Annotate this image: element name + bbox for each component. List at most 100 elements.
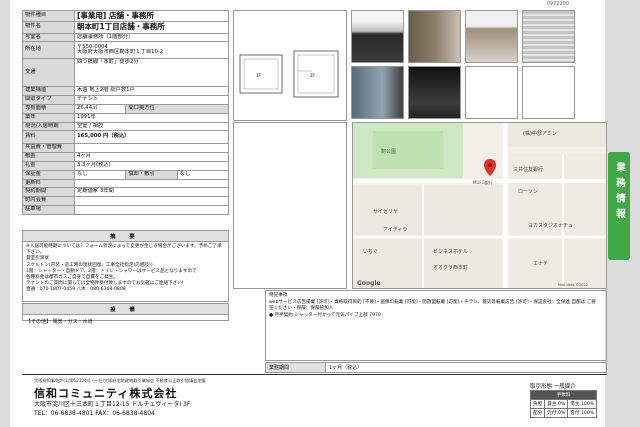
map-copyright: Map data ©2022 [558, 283, 588, 287]
fee-cell: 客付:100% [567, 408, 598, 418]
map-label: 三井住友銀行 [513, 166, 543, 173]
room-label: 号室名 [22, 32, 75, 43]
address-value: 〒550-0004 大阪府大阪市西区靭本町１丁目10-2 [74, 41, 229, 60]
note-line: 直通 : 070-1807-0459 八木 : 080-6368-0808 [26, 287, 126, 293]
fee-cell: 負担 [529, 399, 546, 409]
parking-label: 駐車場 [22, 205, 75, 215]
business-info-tab-label: 業務情報 [614, 162, 626, 224]
photo-empty-1 [465, 66, 518, 119]
town-fee-value [74, 196, 229, 207]
notes-body: ※入居可能時期については？フォーム状況によって変更が生じる場合がございます。予め… [23, 242, 228, 296]
note-line: ※入居可能時期については？フォーム状況によって変更が生じる場合がございます。予め… [26, 244, 222, 256]
traffic-label: 交通 [22, 58, 75, 88]
town-fee-label: 町内会費 [22, 196, 75, 207]
contract-label: 契約期間 [22, 187, 75, 198]
photo-empty-2 [522, 66, 575, 119]
addr-label: 所在地 [22, 41, 75, 60]
address: 大阪府大阪市西区靭本町１丁目10-2 [77, 49, 164, 56]
map-label: (株)中部アミン [523, 130, 557, 137]
photo-interior-3[interactable] [351, 66, 404, 119]
structure-value: 木造 地上2階 総戸数1戸 [74, 86, 229, 97]
notes-box: 摘 要 ※入居可能時期については？フォーム状況によって変更が生じる場合がございま… [22, 230, 229, 302]
common-fee-label: 共益費・管理費 [22, 143, 75, 154]
key-money-value: 3.3ヶ月(税込) [74, 161, 229, 171]
photo-interior-1[interactable] [408, 10, 461, 63]
layout-label: 間取タイプ [22, 95, 75, 105]
fee-title: 取引形態 一般媒介 [530, 384, 576, 390]
google-logo: Google [357, 280, 381, 287]
notes-title: 摘 要 [23, 231, 228, 242]
common-fee-value [74, 143, 229, 154]
image-placeholder [233, 122, 347, 289]
special-notes-label: 特記事項 [269, 293, 288, 298]
floor-plan: 1F 2F [233, 10, 347, 121]
area-value: 26.44㎡ [73, 103, 127, 114]
built-label: 築年 [22, 112, 75, 123]
special-note-line: ● 月半契約:シャッター付かって元気パイプ上部 7970 [269, 312, 381, 318]
spec-table: 物件種目 [事業用] 店舗・事務所 物件名 朝本町1丁目店舗・事務所 号室名 店舗事務… [22, 9, 230, 215]
move-table: 業務期間 1ヶ月（税込） [265, 362, 607, 373]
built-value: 1991年 [74, 112, 229, 123]
map-label: ローソン [518, 189, 538, 195]
area-map[interactable]: (株)中部アミン MUFG銀行 靭公園 三井住友銀行 ローソン サイゼリヤ ヨカ… [352, 122, 607, 289]
business-info-tab[interactable]: 業務情報 [608, 152, 630, 260]
map-marker-icon[interactable] [484, 159, 496, 176]
special-notes: 特記事項 webサービス広告掲載 [許可]・資格取得目的 [不要]・画像の転載 … [265, 290, 607, 361]
name-label: 物件名 [22, 21, 75, 34]
rent-label: 賃料 [22, 130, 75, 145]
property-name: 朝本町1丁目店舗・事務所 [74, 21, 229, 34]
map-label: MUFG銀行 [473, 179, 493, 185]
map-label: 靭公園 [381, 148, 396, 155]
frontage-label: 間口奥方位 [125, 103, 229, 114]
deposit-value: 4ヶ月 [74, 152, 229, 162]
equipment-title: 設 備 [23, 304, 228, 315]
photo-interior-4[interactable] [408, 66, 461, 119]
guarantee-label: 保証金 [22, 169, 75, 180]
status-label: 現況/入居時期 [22, 121, 75, 132]
move-value: 1ヶ月（税込） [325, 362, 607, 373]
plan-label-1f: 1F [256, 73, 262, 78]
deposit-label: 敷金 [22, 152, 75, 162]
property-sheet: 0972200 物件種目 [事業用] 店舗・事務所 物件名 朝本町1丁目店舗・事務所… [10, 0, 607, 427]
renewal-value [74, 178, 229, 189]
move-label: 業務期間 [265, 362, 326, 373]
area-label: 専有面積 [22, 103, 75, 114]
equipment-box: 設 備 【その他】 電気・ガス・水道 [22, 303, 229, 325]
contract-value: 定期借家 3年間 [74, 187, 229, 198]
company-phone: TEL：06-6838-4801 FAX：06-6838-4804 [34, 410, 155, 417]
map-label: いちぐ [363, 249, 378, 255]
map-drawing: (株)中部アミン MUFG銀行 靭公園 三井住友銀行 ローソン サイゼリヤ ヨカ… [353, 123, 606, 288]
document-id: 0972200 [546, 1, 569, 7]
equipment-value: 【その他】 電気・ガス・水道 [26, 319, 93, 325]
footer-divider [22, 374, 607, 375]
renewal-label: 更新料 [22, 178, 75, 189]
type-label: 物件種目 [22, 9, 75, 23]
structure-label: 建築構造 [22, 86, 75, 97]
photo-exterior[interactable] [351, 10, 404, 63]
status-value: 空室 / 相談 [74, 121, 229, 132]
parking-value [74, 205, 229, 215]
fee-cell: 借主:100% [567, 399, 598, 409]
special-note-line: 望ください・保険：保険管加入 [269, 306, 334, 312]
guarantee-value: なし [73, 169, 127, 180]
map-label: オオクラ西本町 [433, 264, 468, 271]
fee-table: 手数料 負担 貸主:0% 借主:100% 配分 元付:0% 客付:100% [529, 390, 598, 418]
fee-head: 手数料 [529, 390, 598, 400]
map-label: ビジネスホテル [433, 248, 468, 255]
map-label: ヨカスタジオナチュ [528, 222, 573, 229]
amort-value: なし [176, 169, 230, 180]
photo-shutter[interactable] [522, 10, 575, 63]
layout-value: テナント [74, 95, 229, 105]
room-value: 店舗事務所（1階部分） [74, 32, 229, 43]
license-text: 大阪府知事免許(1)第62304号 (一社)大阪府宅地建物取引業協会 不動産公正… [34, 378, 206, 383]
fee-cell: 配分 [529, 408, 546, 418]
fee-cell: 元付:0% [544, 408, 569, 418]
company-address: 大阪市淀川区十三本町１丁目12-15 ドルチェヴィータⅠ 3F [34, 401, 191, 408]
rent-value: 165,000 円（税込） [74, 130, 229, 145]
map-label: サイゼリヤ [373, 208, 398, 215]
floor-plan-drawing: 1F 2F [239, 50, 339, 98]
amort-label: 償却・敷引 [125, 169, 178, 180]
traffic-value: 四つ橋線「本町」徒歩2分 [74, 58, 229, 88]
plan-label-2f: 2F [310, 73, 316, 78]
photo-interior-2[interactable] [465, 10, 518, 63]
